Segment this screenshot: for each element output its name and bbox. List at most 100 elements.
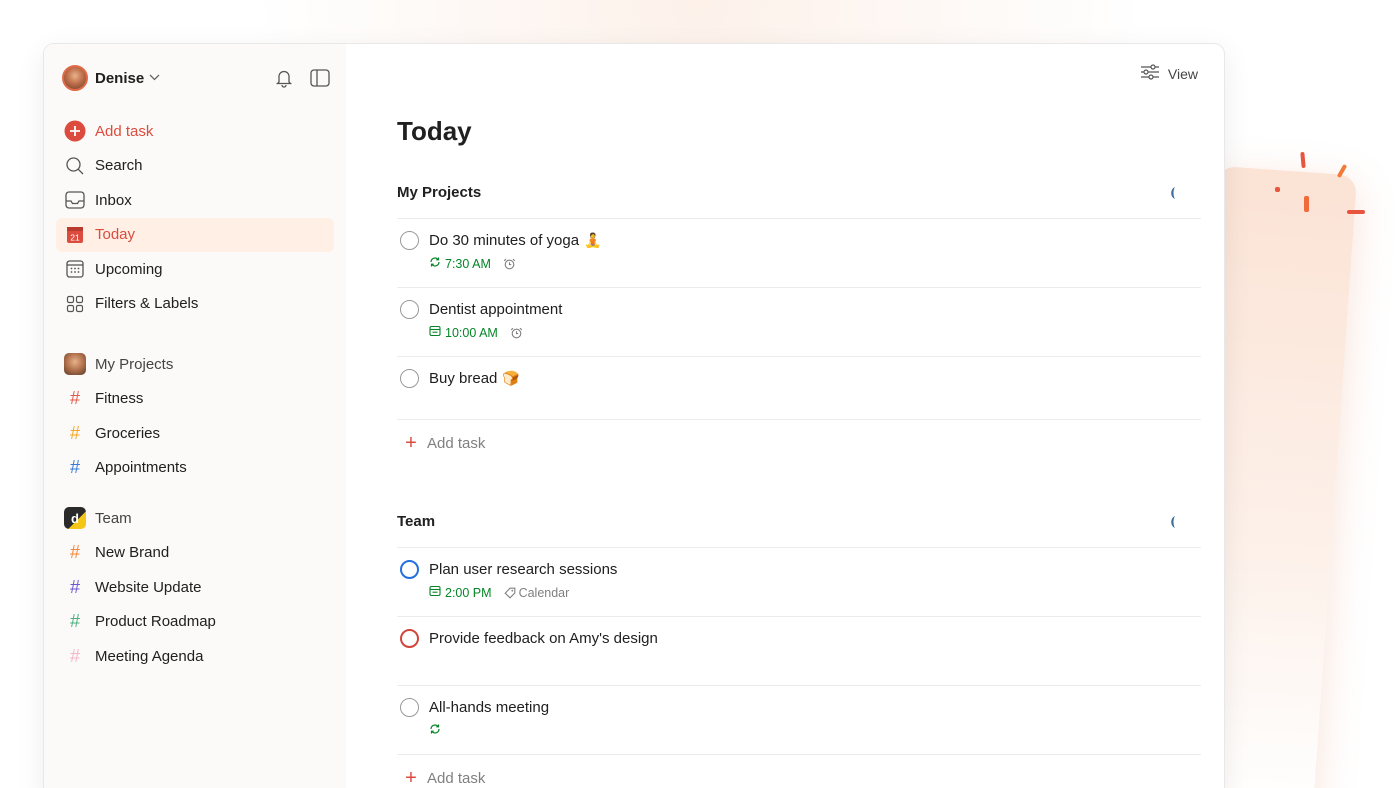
team-logo-icon: d (64, 507, 86, 530)
task-item[interactable]: Provide feedback on Amy's design (397, 617, 1201, 686)
task-title: Provide feedback on Amy's design (429, 630, 658, 647)
task-item[interactable]: Dentist appointment 10:00 AM (397, 288, 1201, 357)
task-checkbox[interactable] (400, 231, 419, 250)
sidebar-item-add-task[interactable]: Add task (56, 114, 334, 149)
calendar-grid-icon (64, 258, 86, 280)
task-due-time: 10:00 AM (445, 325, 498, 340)
collaborator-icon (1167, 186, 1177, 200)
tag-icon (503, 587, 515, 599)
task-meta: 7:30 AM (429, 256, 1201, 271)
task-item[interactable]: Plan user research sessions 2:00 PM Cale… (397, 548, 1201, 617)
section-title: My Projects (397, 184, 482, 201)
add-task-label: Add task (427, 434, 486, 452)
task-meta (429, 723, 1201, 738)
task-checkbox[interactable] (400, 629, 419, 648)
sidebar-item-label: Product Roadmap (95, 613, 216, 631)
task-emoji: 🧘 (584, 232, 602, 248)
task-label[interactable]: Calendar (503, 586, 569, 600)
sidebar-item-fitness[interactable]: # Fitness (56, 382, 334, 417)
sidebar-item-label: Website Update (95, 578, 202, 596)
sidebar-item-appointments[interactable]: # Appointments (56, 451, 334, 486)
hash-icon: # (69, 645, 80, 666)
confetti-piece (1275, 187, 1280, 192)
add-task-label: Add task (427, 769, 486, 787)
sliders-icon (1140, 64, 1160, 83)
recurring-icon (429, 256, 441, 271)
sidebar-group-label: My Projects (95, 355, 174, 373)
avatar (62, 65, 88, 91)
team-badge: d (64, 507, 86, 530)
search-icon (64, 155, 86, 177)
filters-icon (64, 293, 86, 315)
sidebar-item-label: Filters & Labels (95, 295, 199, 313)
hash-icon: # (69, 422, 80, 443)
sidebar-item-label: Groceries (95, 424, 161, 442)
sidebar-item-upcoming[interactable]: Upcoming (56, 252, 334, 287)
sidebar: Denise Add task Search Inbox 21 Today Up… (44, 44, 346, 788)
section-header: My Projects (397, 167, 1201, 219)
sidebar-group-label: Team (95, 509, 132, 527)
sidebar-item-label: Search (95, 157, 143, 175)
sidebar-item-filters-labels[interactable]: Filters & Labels (56, 287, 334, 322)
calendar-today-icon: 21 (64, 224, 86, 246)
task-section-team: Team Plan user research sessions 2:00 PM (397, 496, 1201, 788)
task-title: Buy bread (429, 370, 498, 387)
page-title: Today (397, 116, 472, 146)
task-section-my-projects: My Projects Do 30 minutes of yoga 🧘 7:30… (397, 167, 1201, 466)
hash-icon: # (69, 542, 80, 563)
task-title: Dentist appointment (429, 301, 563, 318)
sidebar-group-my-projects[interactable]: My Projects (56, 347, 334, 382)
task-emoji: 🍞 (502, 370, 520, 386)
task-item[interactable]: Do 30 minutes of yoga 🧘 7:30 AM (397, 219, 1201, 288)
section-title: Team (397, 513, 436, 530)
sidebar-item-groceries[interactable]: # Groceries (56, 416, 334, 451)
hash-icon: # (69, 611, 80, 632)
sidebar-item-meeting-agenda[interactable]: # Meeting Agenda (56, 639, 334, 674)
task-meta: 2:00 PM Calendar (429, 585, 1201, 600)
sidebar-toggle-icon[interactable] (310, 68, 330, 88)
task-item[interactable]: Buy bread 🍞 (397, 357, 1201, 420)
bell-icon[interactable] (274, 68, 294, 88)
view-button[interactable]: View (1140, 64, 1198, 83)
add-task-button[interactable]: + Add task (397, 420, 1201, 466)
confetti-piece (1304, 196, 1309, 212)
task-checkbox[interactable] (400, 369, 419, 388)
view-label: View (1167, 65, 1198, 82)
sidebar-item-label: Add task (95, 122, 154, 140)
task-title: Plan user research sessions (429, 561, 618, 578)
sidebar-item-website-update[interactable]: # Website Update (56, 570, 334, 605)
sidebar-item-label: Inbox (95, 191, 132, 209)
sidebar-item-inbox[interactable]: Inbox (56, 183, 334, 218)
avatar (64, 353, 86, 376)
app-window: Denise Add task Search Inbox 21 Today Up… (44, 44, 1224, 788)
sidebar-item-today[interactable]: 21 Today (56, 217, 334, 252)
sidebar-item-new-brand[interactable]: # New Brand (56, 536, 334, 571)
sidebar-group-team[interactable]: d Team (56, 501, 334, 536)
hash-icon: # (69, 576, 80, 597)
section-header: Team (397, 496, 1201, 548)
confetti-piece (1347, 210, 1365, 214)
calendar-icon (429, 325, 441, 340)
main-content: View Today My Projects Do 30 minutes of … (346, 44, 1224, 788)
alarm-icon (503, 258, 516, 270)
recurring-icon (429, 723, 441, 738)
chevron-down-icon (149, 72, 160, 84)
sidebar-item-product-roadmap[interactable]: # Product Roadmap (56, 605, 334, 640)
plus-icon: + (405, 766, 417, 788)
collaborator-icon (1167, 515, 1177, 529)
task-checkbox[interactable] (400, 560, 419, 579)
task-checkbox[interactable] (400, 698, 419, 717)
calendar-icon (429, 585, 441, 600)
sidebar-item-search[interactable]: Search (56, 149, 334, 184)
task-title: Do 30 minutes of yoga (429, 232, 580, 249)
user-name: Denise (95, 69, 145, 87)
sidebar-item-label: Today (95, 226, 136, 244)
task-item[interactable]: All-hands meeting (397, 686, 1201, 755)
calendar-day-number: 21 (70, 232, 80, 242)
task-due-time: 2:00 PM (445, 585, 492, 600)
alarm-icon (510, 327, 523, 339)
sidebar-item-label: Appointments (95, 459, 187, 477)
inbox-icon (64, 189, 86, 211)
add-task-button[interactable]: + Add task (397, 755, 1201, 788)
task-checkbox[interactable] (400, 300, 419, 319)
